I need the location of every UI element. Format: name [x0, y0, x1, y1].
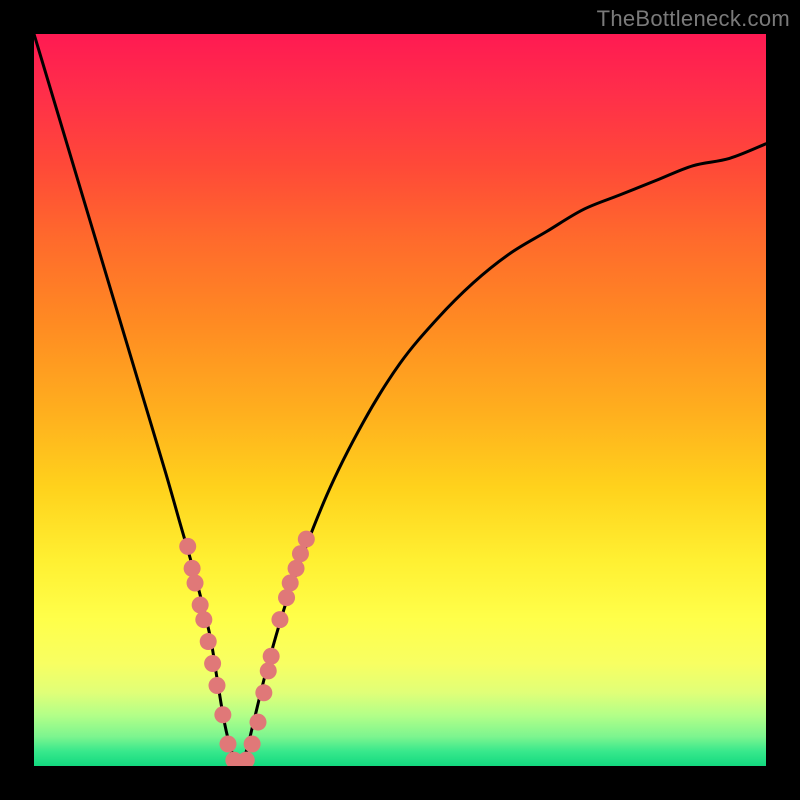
marker-point — [282, 575, 299, 592]
marker-point — [263, 648, 280, 665]
marker-point — [278, 589, 295, 606]
marker-point — [238, 752, 255, 766]
marker-point — [195, 611, 212, 628]
marker-point — [187, 575, 204, 592]
watermark-text: TheBottleneck.com — [597, 6, 790, 32]
bottleneck-curve — [34, 34, 766, 766]
marker-point — [209, 677, 226, 694]
marker-point — [249, 714, 266, 731]
highlight-markers — [179, 531, 315, 766]
marker-point — [179, 538, 196, 555]
marker-point — [298, 531, 315, 548]
chart-plot-area — [34, 34, 766, 766]
marker-point — [292, 545, 309, 562]
marker-point — [192, 596, 209, 613]
marker-point — [271, 611, 288, 628]
marker-point — [214, 706, 231, 723]
marker-point — [219, 736, 236, 753]
marker-point — [200, 633, 217, 650]
chart-svg — [34, 34, 766, 766]
chart-frame: TheBottleneck.com — [0, 0, 800, 800]
marker-point — [260, 662, 277, 679]
marker-point — [204, 655, 221, 672]
marker-point — [244, 736, 261, 753]
marker-point — [288, 560, 305, 577]
marker-point — [255, 684, 272, 701]
marker-point — [184, 560, 201, 577]
